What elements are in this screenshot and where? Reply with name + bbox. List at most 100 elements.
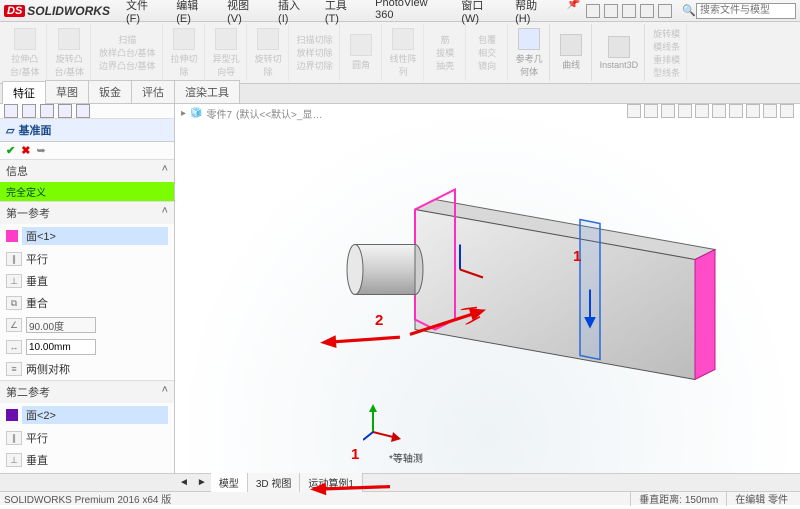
property-manager: ▱ 基准面 ✔ ✖ ➥ 信息 ˄ 完全定义 第一参考 ˄ 面<1> ∥平行: [0, 104, 175, 473]
ribbon: 拉伸凸台/基体 旋转凸台/基体 扫描放样凸台/基体边界凸台/基体 拉伸切除 异型…: [0, 22, 800, 84]
graphics-viewport[interactable]: ▸ 🧊 零件7 (默认<<默认>_显…: [175, 104, 800, 473]
pm-ref2-perp[interactable]: ⊥垂直: [0, 449, 174, 471]
flyout-tree[interactable]: ▸ 🧊 零件7 (默认<<默认>_显…: [181, 106, 322, 121]
pm-info-header[interactable]: 信息 ˄: [0, 160, 174, 182]
view-settings-icon[interactable]: [780, 104, 794, 118]
pm-ref1-section: 第一参考 ˄ 面<1> ∥平行 ⊥垂直 ⧉重合 ∠ ↔ ≡两侧对称: [0, 202, 174, 381]
ribbon-sketch-text[interactable]: 旋转模模线条重排模型线条: [647, 24, 687, 81]
pm-ref1-perp[interactable]: ⊥垂直: [0, 270, 174, 292]
annotation-label-1: 1: [573, 248, 581, 265]
menu-tools[interactable]: 工具(T): [319, 0, 365, 27]
annotation-arrow: [305, 478, 396, 497]
ribbon-linear-pattern[interactable]: 线性阵列: [384, 24, 424, 81]
app-logo: DS SOLIDWORKS: [4, 4, 110, 18]
pm-ref2-coincide[interactable]: ⧉重合: [0, 471, 174, 473]
chevron-up-icon: ˄: [162, 163, 168, 179]
part-name: 零件7: [206, 106, 232, 121]
ribbon-sweep-loft[interactable]: 扫描放样凸台/基体边界凸台/基体: [93, 24, 163, 81]
perpendicular-icon: ⊥: [6, 274, 22, 288]
menu-window[interactable]: 窗口(W): [455, 0, 505, 27]
view-orientation-label: *等轴测: [389, 450, 423, 465]
bottom-tab-3dview[interactable]: 3D 视图: [248, 473, 301, 492]
confirm-next-icon[interactable]: ➥: [36, 144, 45, 157]
pm-ref2-selection[interactable]: 面<2>: [0, 403, 174, 427]
ribbon-curves[interactable]: 曲线: [552, 24, 592, 81]
pm-ref1-distance[interactable]: ↔: [0, 336, 174, 358]
ribbon-revolve-boss[interactable]: 旋转凸台/基体: [49, 24, 92, 81]
menu-photoview[interactable]: PhotoView 360: [369, 0, 451, 27]
menu-pin-icon[interactable]: 📌: [561, 0, 587, 27]
edit-appearance-icon[interactable]: [746, 104, 760, 118]
title-bar: DS SOLIDWORKS 文件(F) 编辑(E) 视图(V) 插入(I) 工具…: [0, 0, 800, 22]
pm-ref2-header[interactable]: 第二参考 ˄: [0, 381, 174, 403]
status-product: SOLIDWORKS Premium 2016 x64 版: [4, 491, 171, 506]
confirm-cancel-icon[interactable]: ✖: [21, 144, 30, 157]
menu-view[interactable]: 视图(V): [221, 0, 268, 27]
pm-title-text: 基准面: [18, 122, 51, 138]
ribbon-reference-geometry[interactable]: 参考几何体: [510, 24, 550, 81]
distance-input[interactable]: [26, 339, 96, 355]
pm-confirm-bar: ✔ ✖ ➥: [0, 142, 174, 160]
panel-mode-icons: [0, 104, 174, 119]
qa-new-icon[interactable]: [586, 4, 600, 18]
pm-dim-icon[interactable]: [58, 104, 72, 118]
qa-options-icon[interactable]: [658, 4, 672, 18]
prev-view-icon[interactable]: [661, 104, 675, 118]
zoom-fit-icon[interactable]: [627, 104, 641, 118]
menu-file[interactable]: 文件(F): [120, 0, 166, 27]
annotation-label-2: 2: [375, 312, 383, 329]
pm-ref1-header[interactable]: 第一参考 ˄: [0, 202, 174, 224]
pm-property-icon[interactable]: [22, 104, 36, 118]
ribbon-wrap-intersect-mirror[interactable]: 包覆相交镜向: [468, 24, 508, 81]
bottom-tab-model[interactable]: 模型: [211, 473, 248, 492]
pm-ref2-label: 第二参考: [6, 384, 50, 400]
ribbon-hole-wizard[interactable]: 异型孔向导: [207, 24, 247, 81]
qa-open-icon[interactable]: [604, 4, 618, 18]
menu-insert[interactable]: 插入(I): [272, 0, 315, 27]
pink-swatch-icon: [6, 230, 18, 242]
pm-ref1-coincide[interactable]: ⧉重合: [0, 292, 174, 314]
tab-nav-left-icon[interactable]: ◄: [175, 477, 193, 488]
tab-render[interactable]: 渲染工具: [174, 80, 240, 103]
tab-sketch[interactable]: 草图: [45, 80, 89, 103]
ribbon-rib-draft-shell[interactable]: 筋拔模抽壳: [426, 24, 466, 81]
menu-edit[interactable]: 编辑(E): [170, 0, 217, 27]
display-style-icon[interactable]: [712, 104, 726, 118]
section-view-icon[interactable]: [678, 104, 692, 118]
ribbon-extrude-cut[interactable]: 拉伸切除: [165, 24, 205, 81]
menu-help[interactable]: 帮助(H): [509, 0, 556, 27]
search-input[interactable]: [696, 3, 796, 19]
ribbon-instant3d[interactable]: Instant3D: [594, 24, 646, 81]
zoom-area-icon[interactable]: [644, 104, 658, 118]
pm-feature-tree-icon[interactable]: [4, 104, 18, 118]
pm-ref2-parallel[interactable]: ∥平行: [0, 427, 174, 449]
pm-ref1-parallel[interactable]: ∥平行: [0, 248, 174, 270]
qa-save-icon[interactable]: [622, 4, 636, 18]
pm-display-icon[interactable]: [76, 104, 90, 118]
annotation-label-1: 1: [351, 446, 359, 463]
search-icon: 🔍: [682, 4, 696, 17]
tree-expand-icon[interactable]: ▸: [181, 108, 186, 119]
status-edit-mode: 在编辑 零件: [726, 491, 796, 506]
tab-feature[interactable]: 特征: [2, 81, 46, 104]
bottom-tabs: ◄ ► 模型 3D 视图 运动算例1: [0, 473, 800, 491]
status-bar: SOLIDWORKS Premium 2016 x64 版 垂直距离: 150m…: [0, 491, 800, 505]
view-orientation-icon[interactable]: [695, 104, 709, 118]
apply-scene-icon[interactable]: [763, 104, 777, 118]
hide-show-icon[interactable]: [729, 104, 743, 118]
tab-sheet[interactable]: 钣金: [88, 80, 132, 103]
ribbon-extrude-boss[interactable]: 拉伸凸台/基体: [4, 24, 47, 81]
orientation-triad[interactable]: [363, 402, 403, 445]
ribbon-sweep-cut[interactable]: 扫描切除放样切除边界切除: [291, 24, 340, 81]
pm-info-section: 信息 ˄ 完全定义: [0, 160, 174, 202]
confirm-ok-icon[interactable]: ✔: [6, 144, 15, 157]
ds-badge: DS: [4, 5, 25, 17]
tab-nav-right-icon[interactable]: ►: [193, 477, 211, 488]
tab-evaluate[interactable]: 评估: [131, 80, 175, 103]
ribbon-fillet[interactable]: 圆角: [342, 24, 382, 81]
pm-config-icon[interactable]: [40, 104, 54, 118]
qa-print-icon[interactable]: [640, 4, 654, 18]
pm-ref1-midplane[interactable]: ≡两侧对称: [0, 358, 174, 380]
pm-ref1-selection[interactable]: 面<1>: [0, 224, 174, 248]
ribbon-revolve-cut[interactable]: 旋转切除: [249, 24, 289, 81]
